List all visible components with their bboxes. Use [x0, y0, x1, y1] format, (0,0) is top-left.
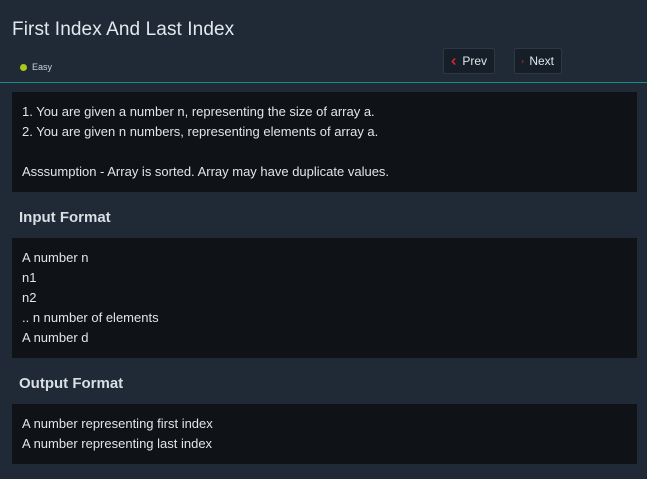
output-format-line: A number representing first index [22, 416, 213, 431]
chevron-left-icon [451, 57, 456, 65]
problem-description: 1. You are given a number n, representin… [12, 92, 637, 192]
assumption-text: Asssumption - Array is sorted. Array may… [22, 164, 390, 179]
problem-page: First Index And Last Index Easy Prev Nex… [0, 0, 647, 479]
difficulty-badge: Easy [20, 62, 52, 72]
next-button[interactable]: Next [514, 48, 562, 74]
input-format-line: A number n [22, 250, 89, 265]
input-format-line: .. n number of elements [22, 310, 159, 325]
input-format-box: A number n n1 n2 .. n number of elements… [12, 238, 637, 358]
problem-title: First Index And Last Index [12, 19, 235, 40]
output-format-line: A number representing last index [22, 436, 213, 451]
description-line: 1. You are given a number n, representin… [22, 104, 375, 119]
difficulty-label: Easy [32, 62, 53, 72]
output-format-box: A number representing first index A numb… [12, 404, 637, 464]
difficulty-dot-icon [20, 63, 27, 71]
chevron-right-icon [521, 59, 524, 63]
next-button-label: Next [529, 54, 554, 68]
prev-button-label: Prev [462, 54, 487, 68]
description-line: 2. You are given n numbers, representing… [22, 124, 379, 139]
problem-header: First Index And Last Index Easy Prev Nex… [0, 0, 647, 83]
input-format-line: n2 [22, 290, 37, 305]
output-format-heading: Output Format [19, 375, 124, 392]
prev-button[interactable]: Prev [443, 48, 495, 74]
input-format-line: A number d [22, 330, 89, 345]
input-format-line: n1 [22, 270, 37, 285]
input-format-heading: Input Format [19, 209, 111, 226]
